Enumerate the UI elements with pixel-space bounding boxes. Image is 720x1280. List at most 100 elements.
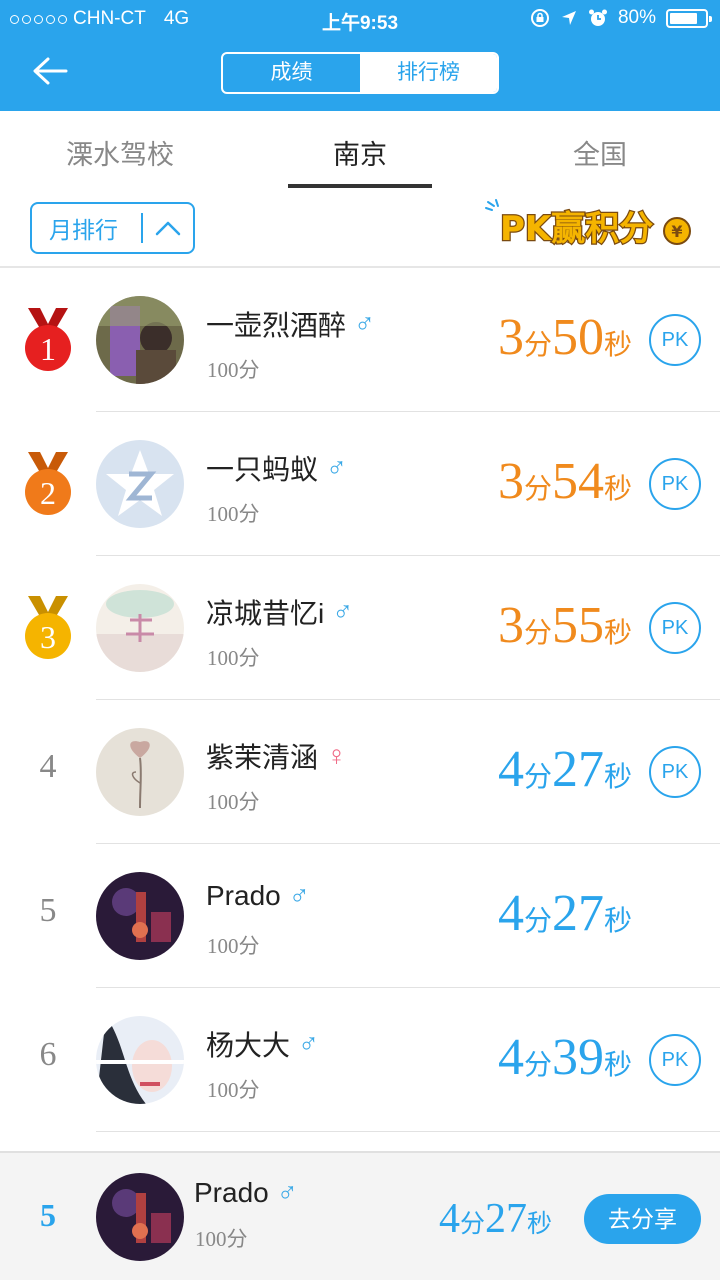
period-filter-dropdown[interactable]: 月排行 xyxy=(30,202,195,254)
tab-nanjing[interactable]: 南京 xyxy=(240,111,480,191)
back-button[interactable] xyxy=(28,50,72,94)
male-icon: ♂ xyxy=(332,596,354,627)
user-name: 凉城昔忆i xyxy=(206,598,325,629)
user-score: 100分 xyxy=(207,790,260,814)
user-score: 100分 xyxy=(207,358,260,382)
battery-icon xyxy=(666,8,712,28)
completion-time: 4 分 27 秒 xyxy=(498,884,632,943)
currency-icon: ¥ xyxy=(671,222,682,241)
my-rank-bar: 5 Prado ♂ 100分 4 分 27 秒 去分享 xyxy=(0,1151,720,1280)
minute-unit: 分 xyxy=(523,1050,552,1081)
rank-number: 6 xyxy=(39,1036,57,1073)
time-minutes: 3 xyxy=(497,453,524,510)
pk-banner-graphic: PK赢积分 ¥ xyxy=(485,199,691,250)
my-name-row: Prado ♂ xyxy=(194,1177,298,1209)
pk-points-banner[interactable]: PK赢积分 ¥ xyxy=(482,196,696,256)
pk-button[interactable]: PK xyxy=(649,314,701,366)
minute-unit: 分 xyxy=(523,330,552,361)
second-unit: 秒 xyxy=(603,906,632,937)
pk-button[interactable]: PK xyxy=(649,746,701,798)
active-tab-indicator xyxy=(288,184,432,188)
segment-control: 成绩 排行榜 xyxy=(221,52,499,94)
my-time: 4 分 27 秒 xyxy=(439,1195,552,1243)
completion-time: 4 分 39 秒 xyxy=(498,1028,632,1087)
second-unit: 秒 xyxy=(603,330,632,361)
user-score: 100分 xyxy=(207,934,260,958)
user-name-row: 凉城昔忆i ♂ xyxy=(206,592,353,632)
status-icons: 80% xyxy=(530,7,712,29)
tab-label: 全国 xyxy=(573,140,627,170)
rank-medal-icon: 3 xyxy=(22,594,74,662)
list-item[interactable]: 3 凉城昔忆i ♂ 100分 3 分 55 秒 PK xyxy=(0,556,720,700)
user-name-row: 杨大大 ♂ xyxy=(206,1024,319,1064)
avatar[interactable] xyxy=(96,584,184,672)
user-name: Prado xyxy=(206,880,281,911)
avatar[interactable] xyxy=(96,440,184,528)
pk-button[interactable]: PK xyxy=(649,1034,701,1086)
time-minutes: 4 xyxy=(497,1029,524,1086)
battery-percent: 80% xyxy=(617,7,656,28)
user-name: 紫茉清涵 xyxy=(206,742,319,773)
segment-ranking[interactable]: 排行榜 xyxy=(360,54,497,92)
second-unit: 秒 xyxy=(526,1211,552,1238)
tab-national[interactable]: 全国 xyxy=(480,111,720,191)
second-unit: 秒 xyxy=(603,762,632,793)
my-rank-number: 5 xyxy=(40,1197,56,1233)
user-name-row: 一只蚂蚁 ♂ xyxy=(206,448,347,488)
rotation-lock-icon xyxy=(530,9,549,27)
region-tabs: 溧水驾校 南京 全国 xyxy=(0,111,720,191)
list-item[interactable]: 5 Prado ♂ 100分 4 分 27 秒 xyxy=(0,844,720,988)
share-button[interactable]: 去分享 xyxy=(584,1194,701,1244)
location-arrow-icon xyxy=(561,11,576,25)
list-item[interactable]: 1 一壶烈酒醉 ♂ 100分 3 分 50 秒 PK xyxy=(0,268,720,412)
tab-label: 溧水驾校 xyxy=(66,140,174,170)
male-icon: ♂ xyxy=(298,1028,320,1059)
my-time-seconds: 27 xyxy=(484,1196,527,1242)
my-name: Prado xyxy=(194,1177,269,1208)
time-minutes: 4 xyxy=(497,885,524,942)
minute-unit: 分 xyxy=(523,762,552,793)
user-name: 一只蚂蚁 xyxy=(206,454,319,485)
tab-label: 南京 xyxy=(333,140,387,170)
minute-unit: 分 xyxy=(523,618,552,649)
avatar[interactable] xyxy=(96,1016,184,1104)
pk-banner-text: PK赢积分 xyxy=(500,209,653,249)
second-unit: 秒 xyxy=(603,1050,632,1081)
pk-button[interactable]: PK xyxy=(649,458,701,510)
list-item[interactable]: 2 一只蚂蚁 ♂ 100分 3 分 54 秒 PK xyxy=(0,412,720,556)
completion-time: 4 分 27 秒 xyxy=(498,740,632,799)
list-item[interactable]: 6 杨大大 ♂ 100分 4 分 39 秒 PK xyxy=(0,988,720,1132)
time-seconds: 54 xyxy=(551,453,604,510)
user-name-row: 一壶烈酒醉 ♂ xyxy=(206,304,375,344)
rank-medal-icon: 1 xyxy=(22,306,74,374)
time-seconds: 50 xyxy=(551,309,604,366)
avatar[interactable] xyxy=(96,872,184,960)
tab-school[interactable]: 溧水驾校 xyxy=(0,111,240,191)
user-score: 100分 xyxy=(207,1078,260,1102)
alarm-icon xyxy=(588,9,607,26)
time-minutes: 3 xyxy=(497,309,524,366)
period-filter-label: 月排行 xyxy=(49,217,118,243)
minute-unit: 分 xyxy=(523,906,552,937)
list-item[interactable]: 4 紫茉清涵 ♀ 100分 4 分 27 秒 PK xyxy=(0,700,720,844)
my-avatar[interactable] xyxy=(96,1173,184,1261)
user-name-row: 紫茉清涵 ♀ xyxy=(206,736,347,776)
svg-text:1: 1 xyxy=(40,331,56,367)
segment-results[interactable]: 成绩 xyxy=(223,54,360,92)
svg-text:2: 2 xyxy=(40,475,56,511)
female-icon: ♀ xyxy=(326,740,348,771)
male-icon: ♂ xyxy=(276,1177,298,1208)
time-seconds: 39 xyxy=(551,1029,604,1086)
time-minutes: 4 xyxy=(497,741,524,798)
pk-button[interactable]: PK xyxy=(649,602,701,654)
navigation-bar: CHN-CT 4G 上午9:53 80% 成绩 排行榜 xyxy=(0,0,720,111)
rank-medal-icon: 2 xyxy=(22,450,74,518)
user-name-row: Prado ♂ xyxy=(206,880,310,912)
time-seconds: 55 xyxy=(551,597,604,654)
second-unit: 秒 xyxy=(603,474,632,505)
rank-number: 4 xyxy=(39,748,57,785)
completion-time: 3 分 54 秒 xyxy=(498,452,632,511)
avatar[interactable] xyxy=(96,728,184,816)
avatar[interactable] xyxy=(96,296,184,384)
user-name: 杨大大 xyxy=(206,1030,291,1061)
